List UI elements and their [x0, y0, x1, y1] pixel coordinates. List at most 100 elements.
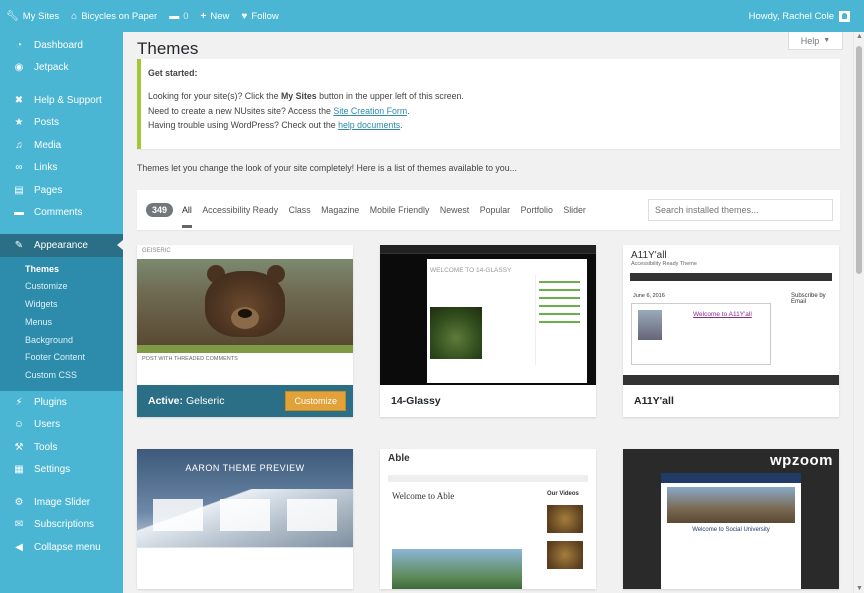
comments-menu[interactable]: ▬ 0 [163, 0, 194, 32]
site-creation-form-link[interactable]: Site Creation Form [333, 106, 407, 116]
filter-popular[interactable]: Popular [480, 205, 510, 215]
screenshot-nav [630, 273, 832, 281]
filter-newest[interactable]: Newest [440, 205, 469, 215]
menu-subscriptions[interactable]: ✉ Subscriptions [0, 514, 123, 537]
theme-card-14-glassy[interactable]: WELCOME TO 14-GLASSY 14-Glassy [380, 245, 596, 417]
screenshot-footer-text: ACADEMICA [695, 576, 767, 587]
theme-card-able[interactable]: Able Welcome to Able Our Videos [380, 449, 596, 589]
theme-filter-bar: 349 All Accessibility Ready Class Magazi… [137, 190, 840, 230]
theme-card-aaron[interactable]: AARON THEME PREVIEW [137, 449, 353, 589]
submenu-background[interactable]: Background [0, 332, 123, 350]
help-documents-link[interactable]: help documents [338, 120, 400, 130]
notice-line-3: Having trouble using WordPress? Check ou… [148, 120, 840, 130]
media-icon: ♫ [15, 139, 23, 151]
submenu-customize[interactable]: Customize [0, 278, 123, 296]
dashboard-icon: ◔ [15, 39, 23, 51]
menu-label: Jetpack [34, 62, 69, 74]
theme-search-input[interactable] [648, 199, 833, 221]
menu-label: Users [34, 419, 61, 431]
filter-class[interactable]: Class [289, 205, 311, 215]
menu-media[interactable]: ♫ Media [0, 134, 123, 157]
menu-help-support[interactable]: ✖ Help & Support [0, 89, 123, 112]
notice-line-2: Need to create a new NUsites site? Acces… [148, 106, 840, 116]
account-menu[interactable]: Howdy, Rachel Cole [749, 10, 864, 22]
screenshot-body: POST WITH THREADED COMMENTS [137, 353, 353, 385]
screenshot-heading: Welcome to Social University [692, 527, 770, 533]
menu-plugins[interactable]: ⚡︎ Plugins [0, 391, 123, 414]
comment-icon: ▬ [14, 207, 24, 219]
screenshot-header: A11Y'all Accessibility Ready Theme [623, 245, 839, 273]
filter-all[interactable]: All [182, 205, 192, 228]
submenu-themes[interactable]: Themes [0, 261, 123, 279]
menu-dashboard[interactable]: ◔ Dashboard [0, 34, 123, 57]
scroll-thumb[interactable] [856, 46, 862, 274]
site-name-menu[interactable]: ⌂ Bicycles on Paper [65, 0, 163, 32]
menu-label: Image Slider [34, 496, 91, 508]
menu-image-slider[interactable]: ⚙ Image Slider [0, 491, 123, 514]
collapse-icon: ◀ [15, 541, 23, 553]
menu-users[interactable]: ☺ Users [0, 414, 123, 437]
plugin-icon: ⚡︎ [15, 396, 23, 408]
filter-slider[interactable]: Slider [563, 205, 586, 215]
get-started-notice: Get started: Looking for your site(s)? C… [137, 59, 840, 149]
follow-menu[interactable]: ♥ Follow [235, 0, 284, 32]
menu-pages[interactable]: ▤ Pages [0, 179, 123, 202]
theme-screenshot[interactable]: wpzoom Welcome to Social University ACAD… [623, 449, 839, 589]
submenu-footer-content[interactable]: Footer Content [0, 349, 123, 367]
bear-image [137, 259, 353, 345]
menu-label: Appearance [34, 239, 88, 251]
customize-button[interactable]: Customize [285, 391, 346, 411]
theme-screenshot[interactable]: Able Welcome to Able Our Videos [380, 449, 596, 589]
theme-card-a11yall[interactable]: A11Y'all Accessibility Ready Theme June … [623, 245, 839, 417]
admin-sidebar: ◔ Dashboard ◉ Jetpack ✖ Help & Support ★… [0, 32, 123, 593]
my-sites-menu[interactable]: 🔧︎ My Sites [0, 0, 65, 32]
brush-icon: ✎ [14, 239, 24, 251]
menu-label: Pages [34, 184, 63, 196]
submenu-widgets[interactable]: Widgets [0, 296, 123, 314]
screenshot-title: WELCOME TO 14-GLASSY [430, 267, 512, 274]
menu-posts[interactable]: ★ Posts [0, 112, 123, 135]
menu-label: Settings [34, 464, 71, 476]
new-content-menu[interactable]: + New [195, 0, 236, 32]
submenu-custom-css[interactable]: Custom CSS [0, 367, 123, 385]
menu-jetpack[interactable]: ◉ Jetpack [0, 57, 123, 80]
home-icon: ⌂ [71, 10, 78, 22]
menu-settings[interactable]: ▦ Settings [0, 459, 123, 482]
admin-bar: 🔧︎ My Sites ⌂ Bicycles on Paper ▬ 0 + Ne… [0, 0, 864, 32]
theme-footer: A11Y'all [623, 385, 839, 417]
screenshot-nav [388, 475, 588, 482]
menu-appearance[interactable]: ✎ Appearance [0, 234, 123, 257]
new-label: New [210, 10, 230, 22]
submenu-menus[interactable]: Menus [0, 314, 123, 332]
settings-icon: ▦ [14, 464, 24, 476]
collapse-menu-button[interactable]: ◀ Collapse menu [0, 536, 123, 559]
page-scrollbar[interactable]: ▲ ▼ [853, 32, 864, 593]
help-tab-button[interactable]: Help ▼ [788, 32, 843, 50]
theme-screenshot[interactable]: AARON THEME PREVIEW [137, 449, 353, 589]
notice-text: button in the upper left of this screen. [316, 91, 464, 101]
filter-portfolio[interactable]: Portfolio [521, 205, 553, 215]
theme-card-academica[interactable]: wpzoom Welcome to Social University ACAD… [623, 449, 839, 589]
filter-mobile-friendly[interactable]: Mobile Friendly [370, 205, 430, 215]
theme-footer: 14-Glassy [380, 385, 596, 417]
menu-tools[interactable]: ⚒ Tools [0, 436, 123, 459]
theme-screenshot[interactable]: GEISERIC POST WITH THREADED COMMENTS [137, 245, 353, 385]
theme-card-gelseric[interactable]: GEISERIC POST WITH THREADED COMMENTS Act… [137, 245, 353, 417]
wrench-icon: ⚒ [14, 441, 24, 453]
help-label: Help [800, 35, 820, 46]
wpzoom-logo: wpzoom [770, 452, 833, 469]
menu-links[interactable]: ∞ Links [0, 157, 123, 180]
screenshot-strip [137, 345, 353, 353]
menu-comments[interactable]: ▬ Comments [0, 202, 123, 225]
scroll-down-icon[interactable]: ▼ [855, 585, 864, 592]
screenshot-heading: Welcome to Able [392, 491, 455, 501]
notice-text: Looking for your site(s)? Click the [148, 91, 281, 101]
menu-label: Subscriptions [34, 519, 95, 531]
screenshot-title: Able [388, 453, 410, 464]
menu-label: Help & Support [34, 94, 102, 106]
theme-screenshot[interactable]: WELCOME TO 14-GLASSY [380, 245, 596, 385]
theme-screenshot[interactable]: A11Y'all Accessibility Ready Theme June … [623, 245, 839, 385]
scroll-up-icon[interactable]: ▲ [855, 33, 864, 40]
filter-magazine[interactable]: Magazine [321, 205, 359, 215]
filter-accessibility-ready[interactable]: Accessibility Ready [202, 205, 278, 215]
